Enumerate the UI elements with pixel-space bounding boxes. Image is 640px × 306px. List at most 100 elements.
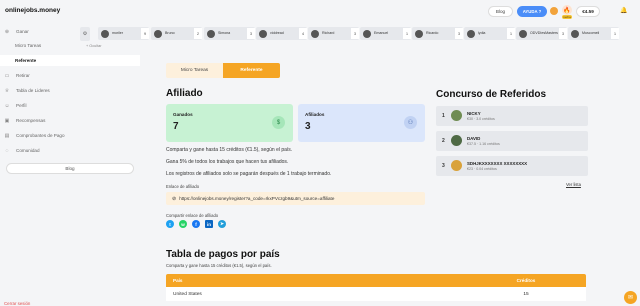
affiliate-info-3: Los registros de afiliados solo se pagar… xyxy=(166,171,332,177)
view-list-link[interactable]: Ver lista xyxy=(566,182,581,187)
blog-button[interactable]: Blog xyxy=(488,6,513,17)
contest-item[interactable]: 1 NICKY €30 · 3.0 créditos xyxy=(436,106,588,126)
tab-referente[interactable]: Referente xyxy=(223,63,280,78)
affiliates-card: Afiliados 3 ⚇ xyxy=(298,104,425,142)
ticker-card[interactable]: lydia 1 xyxy=(464,27,515,40)
trophy-icon: ♕ xyxy=(4,87,10,94)
contest-stats: €23 · 0.04 créditos xyxy=(467,167,497,171)
sidebar: onlinejobs.money ⊕ Ganar ⌃ Micro Tareas … xyxy=(0,0,157,306)
ticker-settings-icon[interactable]: ⚙ xyxy=(80,27,90,41)
avatar xyxy=(571,29,579,38)
sidebar-item-referente[interactable]: Referente xyxy=(0,55,140,66)
ticker-card[interactable]: Muscomeil 1 xyxy=(568,27,619,40)
cell-credits: 15 xyxy=(523,291,529,297)
language-flag-icon[interactable] xyxy=(550,7,558,15)
sidebar-item-comprobantes[interactable]: ▤ Comprobantes de Pago xyxy=(0,130,140,141)
ticker-count: 1 xyxy=(403,28,411,39)
contest-stats: €37.5 · 1.16 créditos xyxy=(467,142,500,146)
ticker-card[interactable]: Simona 3 xyxy=(204,27,255,40)
sidebar-item-label: Micro Tareas xyxy=(15,43,42,48)
user-icon: ☺ xyxy=(4,102,10,109)
ticker-text: lydia xyxy=(478,31,485,36)
contest-position: 3 xyxy=(442,163,445,169)
ticker-text: ODVDIesMasters xyxy=(530,30,558,36)
streak-badge: racha xyxy=(562,15,572,19)
table-header: País Créditos xyxy=(166,274,586,287)
ticker-card[interactable]: Richard 3 xyxy=(308,27,359,40)
logout-link[interactable]: Cerrar sesión xyxy=(4,301,30,306)
linkedin-icon[interactable]: in xyxy=(205,220,213,228)
affiliate-link-box[interactable]: ⊘ https://onlinejobs.money/register?a_co… xyxy=(166,192,425,205)
affiliate-link-text: https://onlinejobs.money/register?a_code… xyxy=(179,196,335,201)
ticker-count: 4 xyxy=(299,28,307,39)
sidebar-item-comunidad[interactable]: ◌ Comunidad xyxy=(0,145,140,156)
streak-fire-icon[interactable]: 🔥 xyxy=(562,5,572,15)
help-button[interactable]: AYUDA ? xyxy=(517,6,547,17)
ticker-card[interactable]: ODVDIesMasters 3 xyxy=(516,27,567,40)
ticker-text: Muscomeil xyxy=(582,30,600,36)
avatar xyxy=(451,110,462,121)
affiliate-link-label: Enlace de afiliado xyxy=(166,184,200,189)
twitter-icon[interactable]: t xyxy=(166,220,174,228)
sidebar-item-label: Ganar xyxy=(16,29,29,34)
telegram-icon[interactable]: ➤ xyxy=(218,220,226,228)
avatar xyxy=(451,135,462,146)
sidebar-item-label: Tabla de Lideres xyxy=(16,88,50,93)
ticker-text: Simona xyxy=(218,31,230,36)
sidebar-item-perfil[interactable]: ☺ Perfil xyxy=(0,100,140,111)
ticker-name: Richard xyxy=(322,30,335,35)
tab-micro-tareas[interactable]: Micro Tareas xyxy=(166,63,223,78)
ticker-name: Emanuel xyxy=(374,30,389,35)
app-logo[interactable]: onlinejobs.money xyxy=(5,7,60,14)
sidebar-item-micro-tareas[interactable]: Micro Tareas xyxy=(0,40,140,51)
affiliates-value: 3 xyxy=(305,121,311,132)
cell-country: United States xyxy=(173,291,202,297)
contest-item[interactable]: 3 SDHJKXXXXXXX XXXXXXXX €23 · 0.04 crédi… xyxy=(436,156,588,176)
share-label: Compartir enlace de afiliado xyxy=(166,213,219,218)
ticker-name: ODVDIesMasters xyxy=(530,30,558,35)
chat-support-icon[interactable]: ✉ xyxy=(624,291,637,304)
ticker-name: Muscomeil xyxy=(582,30,600,35)
contest-stats: €30 · 3.0 créditos xyxy=(467,117,495,121)
contest-item[interactable]: 2 DAVID €37.5 · 1.16 créditos xyxy=(436,131,588,151)
facebook-icon[interactable]: f xyxy=(192,220,200,228)
hide-ticker-button[interactable]: + Ocultar xyxy=(86,44,102,48)
receipt-icon: ▤ xyxy=(4,132,10,139)
avatar xyxy=(207,29,215,38)
bell-icon[interactable]: 🔔 xyxy=(620,7,627,14)
ticker-card[interactable]: Bruno 2 xyxy=(151,27,202,40)
sidebar-item-recompensas[interactable]: ▣ Recompensas xyxy=(0,115,140,126)
ticker-count: 2 xyxy=(194,28,202,39)
avatar xyxy=(451,160,462,171)
balance-display[interactable]: €4.59 xyxy=(576,6,600,17)
ticker-text: moriler xyxy=(112,31,123,36)
sidebar-blog-button[interactable]: Blog xyxy=(6,163,134,174)
ticker-text: Ricardo xyxy=(426,31,438,36)
avatar xyxy=(363,29,371,38)
sidebar-item-label: Comprobantes de Pago xyxy=(16,133,65,138)
ticker-card[interactable]: Ricardo 3 xyxy=(412,27,463,40)
link-icon: ⊘ xyxy=(172,195,177,202)
contest-position: 2 xyxy=(442,138,445,144)
whatsapp-icon[interactable]: w xyxy=(179,220,187,228)
payment-table-subtitle: Comparta y gane hasta 15 créditos (€1.5)… xyxy=(166,263,272,268)
ticker-card[interactable]: viddread 4 xyxy=(256,27,307,40)
ticker-count: 3 xyxy=(351,28,359,39)
sidebar-item-tabla-de-lideres[interactable]: ♕ Tabla de Lideres xyxy=(0,85,140,96)
gift-icon: ▣ xyxy=(4,117,10,124)
contest-name: NICKY xyxy=(467,111,481,116)
ticker-count: 3 xyxy=(247,28,255,39)
avatar xyxy=(415,29,423,38)
ticker-card[interactable]: Emanuel 1 xyxy=(360,27,411,40)
earned-value: 7 xyxy=(173,121,179,132)
avatar xyxy=(519,29,527,38)
ticker-card[interactable]: moriler 9 xyxy=(98,27,149,40)
topbar: Blog AYUDA ? 🔥 racha €4.59 🔔 xyxy=(157,0,640,24)
col-credits: Créditos xyxy=(516,278,536,283)
earned-label: Ganados xyxy=(173,112,193,117)
avatar xyxy=(311,29,319,38)
chat-icon: ◌ xyxy=(5,147,9,154)
sidebar-item-retirar[interactable]: ▭ Retirar xyxy=(0,70,140,81)
ticker-count: 1 xyxy=(507,28,515,39)
sidebar-item-label: Perfil xyxy=(16,103,27,108)
